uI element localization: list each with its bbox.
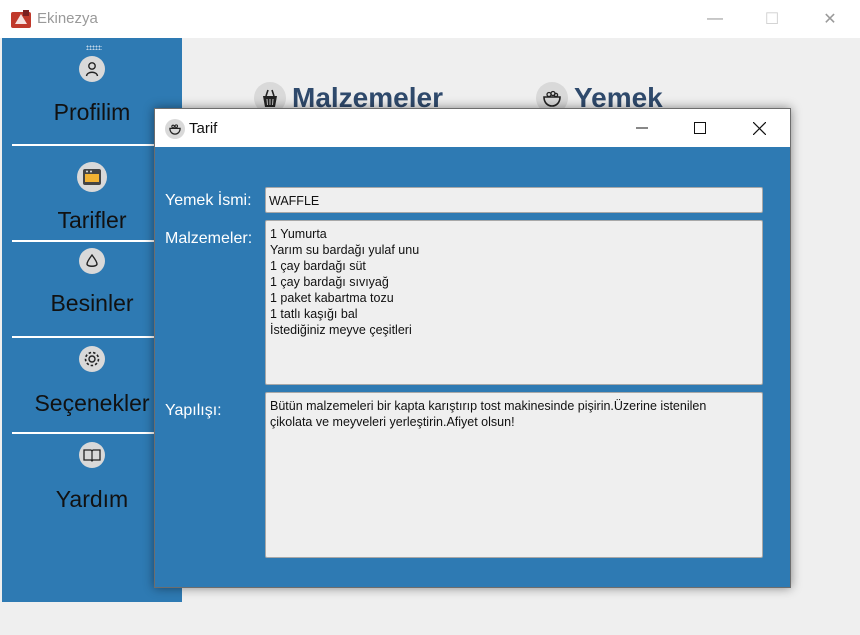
ingredients-textarea[interactable]: 1 Yumurta Yarım su bardağı yulaf unu 1 ç… [265, 220, 763, 385]
app-title: Ekinezya [37, 10, 98, 27]
name-value: WAFFLE [269, 194, 320, 208]
minimize-button[interactable]: — [686, 0, 744, 38]
app-titlebar[interactable]: Ekinezya — ☐ ✕ [0, 0, 860, 38]
close-icon [752, 121, 766, 135]
food-icon [79, 248, 105, 274]
ingredients-label: Malzemeler: [165, 230, 253, 247]
ingredient-line: 1 tatlı kaşığı bal [270, 307, 358, 321]
instructions-label: Yapılışı: [165, 402, 222, 419]
close-button[interactable]: ✕ [801, 0, 859, 38]
close-icon: ✕ [823, 11, 837, 28]
dialog-minimize-button[interactable] [613, 109, 671, 147]
dialog-close-button[interactable] [730, 109, 788, 147]
instruction-line: Bütün malzemeleri bir kapta karıştırıp t… [270, 399, 707, 413]
ingredient-line: 1 çay bardağı sıvıyağ [270, 275, 389, 289]
maximize-icon [694, 122, 706, 134]
book-icon [79, 442, 105, 468]
ingredient-line: İstediğiniz meyve çeşitleri [270, 323, 412, 337]
maximize-icon: ☐ [764, 11, 780, 28]
ingredient-line: 1 paket kabartma tozu [270, 291, 394, 305]
gear-icon [79, 346, 105, 372]
minimize-icon [636, 127, 648, 129]
name-label: Yemek İsmi: [165, 192, 252, 209]
user-icon [79, 56, 105, 82]
oven-icon [77, 162, 107, 192]
ingredient-line: 1 Yumurta [270, 227, 327, 241]
name-input[interactable]: WAFFLE [265, 187, 763, 213]
dialog-title: Tarif [189, 120, 218, 137]
bowl-icon [165, 119, 185, 139]
instruction-line: çikolata ve meyveleri yerleştirin.Afiyet… [270, 415, 515, 429]
ingredient-line: 1 çay bardağı süt [270, 259, 366, 273]
dialog-maximize-button[interactable] [671, 109, 729, 147]
ingredient-line: Yarım su bardağı yulaf unu [270, 243, 420, 257]
minimize-icon: — [707, 10, 723, 27]
recipe-dialog: Tarif Yemek İsmi: WAFFLE Malzemeler: 1 Y… [154, 108, 791, 588]
instructions-textarea[interactable]: Bütün malzemeleri bir kapta karıştırıp t… [265, 392, 763, 558]
app-logo-icon [11, 10, 31, 28]
maximize-button[interactable]: ☐ [743, 0, 801, 38]
dialog-titlebar[interactable]: Tarif [155, 109, 790, 147]
